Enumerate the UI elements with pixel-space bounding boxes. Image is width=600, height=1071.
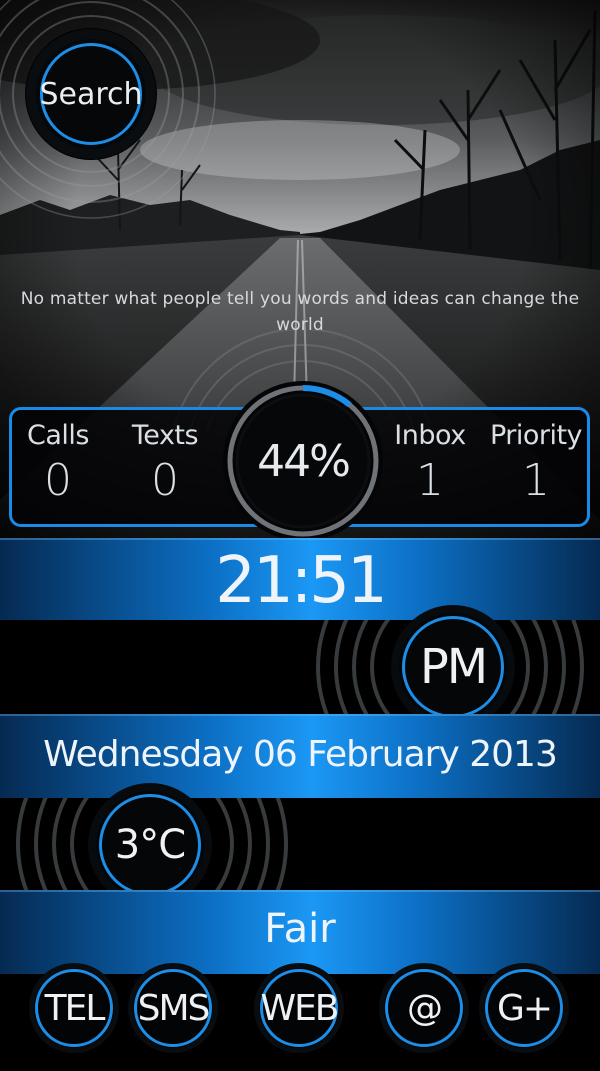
condition-band: Fair: [0, 890, 600, 974]
calls-stat[interactable]: Calls 0: [18, 420, 98, 506]
priority-count: 1: [522, 455, 550, 506]
inbox-label: Inbox: [394, 420, 466, 451]
priority-label: Priority: [489, 420, 583, 451]
email-label: @: [407, 987, 443, 1029]
temperature-label: 3°C: [114, 822, 186, 868]
tel-label: TEL: [44, 987, 106, 1029]
texts-count: 0: [151, 455, 179, 506]
temperature-indicator[interactable]: 3°C: [88, 783, 212, 907]
google-plus-label: G+: [496, 987, 553, 1029]
priority-stat[interactable]: Priority 1: [483, 420, 589, 506]
tel-button[interactable]: TEL: [29, 963, 119, 1053]
battery-gauge[interactable]: 44%: [220, 378, 386, 544]
ampm-indicator: PM: [391, 605, 515, 729]
texts-label: Texts: [131, 420, 199, 451]
sms-label: SMS: [137, 987, 211, 1029]
email-button[interactable]: @: [379, 963, 469, 1053]
web-button[interactable]: WEB: [254, 963, 344, 1053]
web-label: WEB: [260, 987, 339, 1029]
date-band: Wednesday 06 February 2013: [0, 714, 600, 798]
search-button[interactable]: Search: [26, 29, 156, 159]
weather-condition: Fair: [264, 906, 336, 952]
clock-time: 21:51: [215, 544, 387, 618]
sms-button[interactable]: SMS: [128, 963, 218, 1053]
inbox-stat[interactable]: Inbox 1: [385, 420, 475, 506]
google-plus-button[interactable]: G+: [479, 963, 569, 1053]
search-button-label: Search: [39, 76, 143, 112]
date-text: Wednesday 06 February 2013: [43, 734, 558, 775]
texts-stat[interactable]: Texts 0: [120, 420, 210, 506]
calls-label: Calls: [27, 420, 89, 451]
time-band: 21:51: [0, 538, 600, 620]
quote-text: No matter what people tell you words and…: [20, 289, 580, 335]
battery-percentage: 44%: [257, 435, 351, 487]
ampm-label: PM: [419, 639, 488, 695]
calls-count: 0: [44, 455, 72, 506]
inbox-count: 1: [416, 455, 444, 506]
